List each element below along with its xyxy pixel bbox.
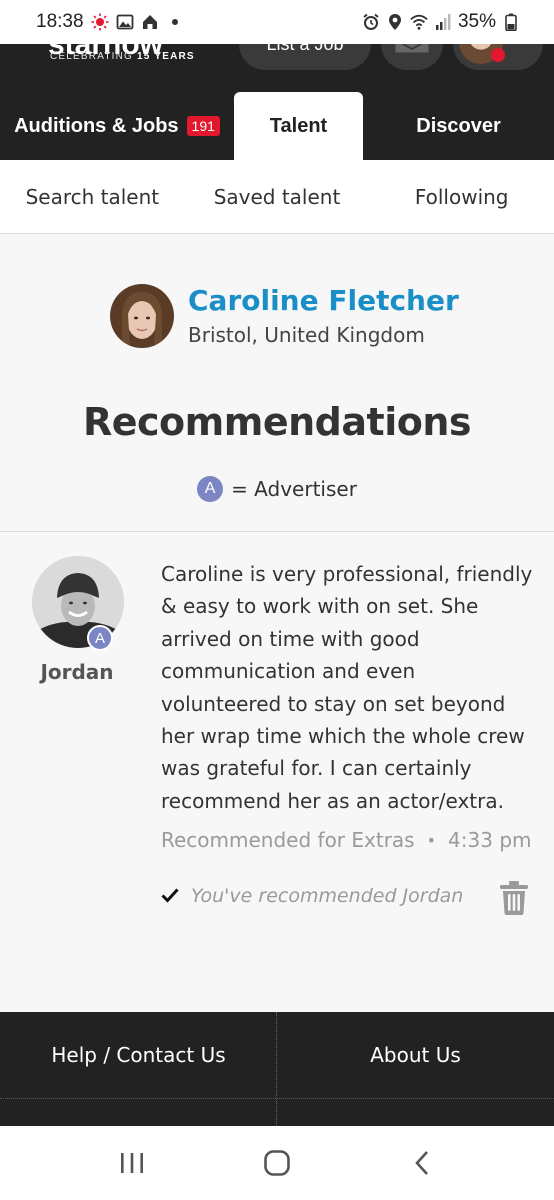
back-button[interactable]	[402, 1143, 442, 1183]
battery-percent: 35%	[457, 11, 496, 32]
notification-dot	[491, 48, 505, 62]
recommended-back-status: You've recommended Jordan	[161, 884, 463, 908]
messages-button[interactable]	[381, 44, 443, 70]
status-time: 18:38	[36, 11, 84, 32]
main-tabs: Auditions & Jobs 191 Talent Discover	[0, 92, 554, 160]
sun-icon	[91, 13, 109, 31]
advertiser-badge: A	[197, 476, 224, 502]
trash-icon[interactable]	[499, 881, 529, 915]
subnav-following[interactable]: Following	[369, 185, 554, 209]
battery-icon	[502, 13, 520, 31]
tab-talent[interactable]: Talent	[234, 92, 363, 160]
profile-name[interactable]: Caroline Fletcher	[188, 282, 459, 320]
alarm-icon	[362, 13, 380, 31]
android-nav-bar	[0, 1126, 554, 1200]
tab-label: Auditions & Jobs	[14, 114, 179, 137]
tab-discover[interactable]: Discover	[363, 92, 554, 160]
status-text: You've recommended Jordan	[191, 885, 464, 907]
signal-icon	[434, 13, 452, 31]
dot-icon	[166, 13, 184, 31]
home-button[interactable]	[257, 1143, 297, 1183]
recommendation-text: Caroline is very professional, friendly …	[161, 562, 533, 813]
recommendation-meta: Recommended for Extras • 4:33 pm	[161, 828, 532, 852]
profile-location: Bristol, United Kingdom	[188, 323, 425, 347]
page-title: Recommendations	[83, 400, 472, 444]
divider	[0, 531, 554, 532]
footer-separator	[276, 1012, 277, 1126]
logo-tagline: CELEBRATING 15 YEARS	[50, 51, 195, 62]
status-bar: 18:38 35%	[0, 0, 554, 44]
talent-subnav: Search talent Saved talent Following	[0, 160, 554, 234]
location-icon	[386, 13, 404, 31]
gallery-icon	[116, 13, 134, 31]
recommender-name[interactable]: Jordan	[20, 660, 134, 684]
recommendation-category: Recommended for Extras	[161, 828, 415, 852]
app-header: starnow CELEBRATING 15 YEARS List a Job …	[0, 44, 554, 160]
account-menu-button[interactable]	[453, 44, 543, 70]
logo-wordmark: starnow	[48, 44, 164, 61]
footer-divider	[0, 1098, 554, 1099]
help-contact-link[interactable]: Help / Contact Us	[0, 1012, 277, 1098]
subnav-saved-talent[interactable]: Saved talent	[185, 185, 370, 209]
recent-apps-button[interactable]	[112, 1143, 152, 1183]
site-footer: Help / Contact Us About Us	[0, 1012, 554, 1126]
subnav-search-talent[interactable]: Search talent	[0, 185, 185, 209]
profile-avatar[interactable]	[110, 284, 174, 348]
wifi-icon	[410, 13, 428, 31]
tab-auditions-jobs[interactable]: Auditions & Jobs 191	[0, 92, 234, 160]
advertiser-legend: A = Advertiser	[0, 476, 554, 502]
meta-separator: •	[426, 830, 437, 850]
home-icon	[141, 13, 159, 31]
advertiser-badge: A	[87, 625, 113, 651]
envelope-icon	[395, 44, 429, 58]
jobs-count-badge: 191	[186, 116, 220, 136]
legend-text: = Advertiser	[231, 477, 357, 501]
list-a-job-button[interactable]: List a Job	[239, 44, 371, 70]
profile-header: Caroline Fletcher Bristol, United Kingdo…	[110, 282, 459, 350]
about-us-link[interactable]: About Us	[277, 1012, 554, 1098]
checkmark-icon	[161, 884, 179, 908]
recommendation-time: 4:33 pm	[448, 828, 532, 852]
